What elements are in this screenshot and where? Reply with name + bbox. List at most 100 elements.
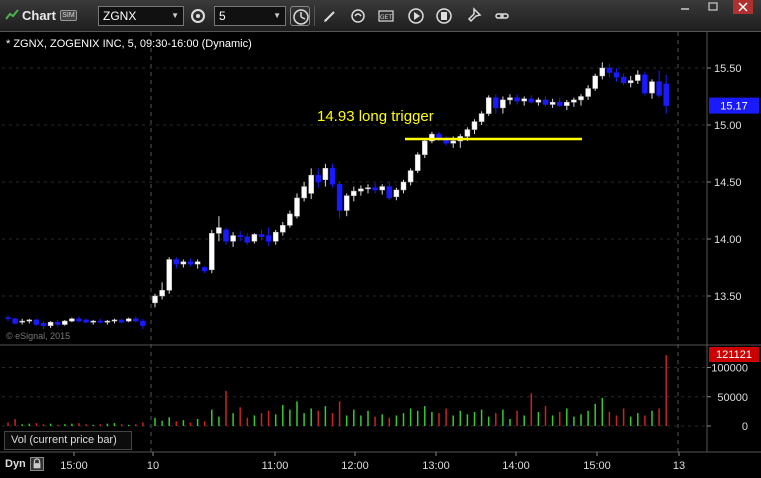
candle-body [343, 195, 350, 211]
time-tick-label: 13 [673, 460, 685, 472]
candle-body [351, 190, 357, 196]
candle-body [152, 295, 158, 304]
candle-body [649, 81, 655, 94]
candle-body [251, 234, 258, 242]
candle-body [258, 234, 265, 237]
candle-body [450, 140, 456, 144]
price-tick-label: 13.50 [714, 291, 742, 303]
candle-body [592, 75, 598, 89]
candle-body [97, 320, 104, 323]
candle-body [422, 140, 428, 155]
current-volume-label: 121121 [716, 349, 752, 361]
candle-body [663, 83, 669, 106]
price-tick-label: 15.50 [714, 63, 742, 75]
candle-body [464, 129, 471, 137]
candle-body [187, 261, 194, 265]
candle-body [599, 67, 606, 77]
price-tick-label: 15.00 [714, 120, 742, 132]
candle-body [656, 81, 662, 96]
candle-body [237, 235, 243, 237]
watermark: © eSignal, 2015 [6, 331, 71, 341]
candle-body [159, 290, 165, 297]
candle-body [19, 320, 25, 323]
candle-body [414, 154, 421, 171]
dyn-label[interactable]: Dyn [5, 458, 26, 470]
candle-body [585, 88, 591, 97]
candle-body [535, 99, 542, 103]
candle-body [407, 170, 414, 183]
candle-body [47, 321, 54, 326]
candle-body [336, 184, 343, 211]
candle-body [90, 320, 96, 323]
time-tick-label: 11:00 [262, 460, 289, 472]
time-tick-label: 14:00 [502, 460, 530, 472]
candle-body [118, 319, 125, 323]
candle-body [133, 318, 139, 322]
chart-header: * ZGNX, ZOGENIX INC, 5, 09:30-16:00 (Dyn… [6, 38, 252, 50]
candle-body [329, 168, 336, 185]
price-chart[interactable]: 15.50 15.00 14.50 14.00 13.50 100000 50000 0 15:… [0, 0, 761, 478]
candle-body [500, 99, 506, 109]
current-price-label: 15.17 [720, 101, 748, 113]
time-tick-label: 13:00 [422, 460, 450, 472]
candle-body [507, 97, 513, 101]
volume-panel-label[interactable]: Vol (current price bar) [4, 431, 132, 450]
time-tick-label: 15:00 [60, 460, 88, 472]
candle-body [613, 72, 620, 78]
candle-body [83, 319, 89, 323]
candle-body [166, 259, 172, 291]
price-tick-label: 14.00 [714, 234, 742, 246]
candle-body [635, 74, 641, 81]
candle-body [365, 187, 371, 190]
candle-body [223, 229, 229, 242]
price-tick-label: 14.50 [714, 177, 742, 189]
candle-body [54, 321, 61, 325]
candle-body [372, 187, 378, 191]
volume-tick-label: 0 [742, 421, 748, 433]
time-tick-label: 12:00 [341, 460, 369, 472]
time-tick-label: 15:00 [583, 460, 611, 472]
candle-body [471, 121, 478, 130]
volume-tick-label: 50000 [717, 392, 748, 404]
candle-body [209, 233, 215, 271]
candle-body [5, 317, 11, 320]
candle-body [33, 319, 40, 325]
candle-body [478, 113, 485, 122]
candle-body [12, 318, 18, 324]
candle-body [493, 97, 499, 109]
candle-body [578, 96, 584, 101]
candle-body [528, 98, 535, 103]
candle-body [549, 101, 556, 105]
candle-body [272, 231, 279, 242]
candle-body [379, 186, 385, 191]
candle-body [571, 99, 577, 103]
candle-body [62, 320, 68, 325]
candle-body [244, 236, 251, 243]
time-tick-label: 10 [147, 460, 159, 472]
candle-body [514, 97, 520, 102]
candle-body [294, 197, 300, 217]
candle-body [642, 74, 648, 94]
candle-body [230, 235, 236, 242]
candle-body [76, 318, 82, 322]
candle-body [216, 227, 222, 234]
candle-body [606, 67, 613, 73]
candle-body [485, 97, 492, 114]
candle-body [400, 181, 407, 191]
lock-icon[interactable] [30, 457, 44, 471]
candle-body [627, 80, 634, 84]
candle-body [69, 318, 75, 322]
candle-body [521, 98, 527, 102]
candle-body [26, 319, 33, 322]
candle-body [280, 225, 286, 233]
trigger-annotation: 14.93 long trigger [317, 108, 434, 125]
candle-body [194, 261, 201, 265]
candle-body [40, 323, 47, 326]
candle-body [308, 174, 314, 194]
candle-body [140, 320, 146, 326]
candle-body [322, 168, 329, 180]
candle-body [265, 235, 272, 242]
candle-body [301, 186, 307, 199]
candle-body [104, 320, 111, 323]
candle-body [315, 174, 322, 183]
